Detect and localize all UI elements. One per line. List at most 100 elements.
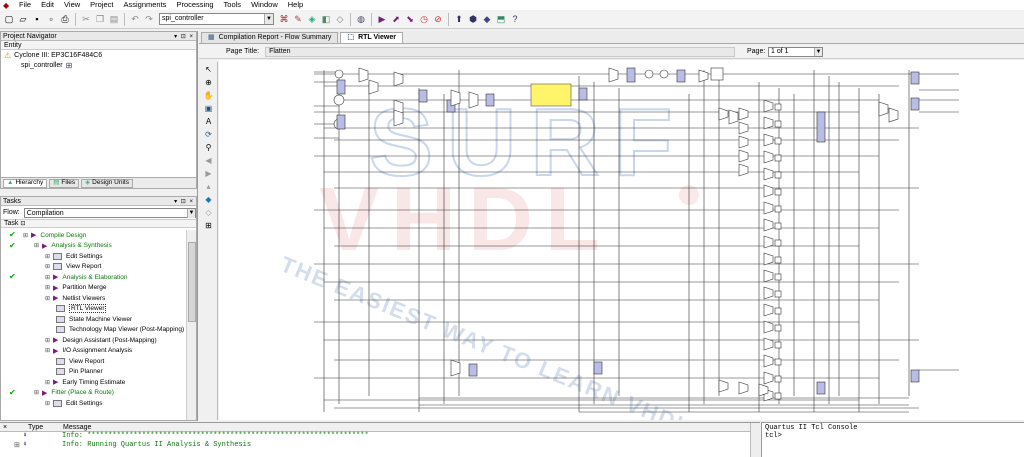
mux-block[interactable] bbox=[763, 371, 774, 385]
task-row[interactable]: State Machine Viewer bbox=[1, 314, 186, 325]
mux-block[interactable] bbox=[718, 107, 729, 121]
menu-help[interactable]: Help bbox=[283, 0, 308, 10]
logic-block[interactable] bbox=[578, 87, 588, 101]
back-icon[interactable]: ◀ bbox=[202, 155, 216, 166]
menu-file[interactable]: File bbox=[14, 0, 36, 10]
stop-icon[interactable]: ⊘ bbox=[432, 13, 444, 25]
mux-block[interactable] bbox=[763, 167, 774, 181]
expand-icon[interactable]: ⊞ bbox=[23, 232, 28, 239]
task-row[interactable]: Technology Map Viewer (Post-Mapping) bbox=[1, 325, 186, 336]
task-row[interactable]: ✔ ⊞ ▶ Fitter (Place & Route) bbox=[1, 388, 186, 399]
mux-block[interactable] bbox=[738, 135, 749, 149]
forward-icon[interactable]: ▶ bbox=[202, 168, 216, 179]
synthesis-icon[interactable]: ⬊ bbox=[404, 13, 416, 25]
save-all-icon[interactable]: ▫ bbox=[45, 13, 57, 25]
task-row[interactable]: ⊞ Edit Settings bbox=[1, 398, 186, 409]
logic-block[interactable] bbox=[910, 369, 920, 383]
mux-block[interactable] bbox=[763, 303, 774, 317]
task-row[interactable]: RTL Viewer bbox=[1, 304, 186, 315]
logic-block[interactable] bbox=[485, 93, 495, 107]
mux-block[interactable] bbox=[718, 379, 729, 393]
task-row[interactable]: Pin Planner bbox=[1, 367, 186, 378]
logic-block[interactable] bbox=[816, 111, 826, 143]
mux-block[interactable] bbox=[450, 359, 461, 377]
open-file-icon[interactable]: ▱ bbox=[17, 13, 29, 25]
task-row[interactable]: ✔ ⊞ ▶ Analysis & Elaboration bbox=[1, 272, 186, 283]
cut-icon[interactable]: ✂ bbox=[80, 13, 92, 25]
operator-block[interactable] bbox=[333, 94, 345, 106]
logic-block[interactable] bbox=[530, 83, 572, 107]
task-row[interactable]: ✔ ⊞ ▶ Analysis & Synthesis bbox=[1, 241, 186, 252]
task-row[interactable]: ⊞ Edit Settings bbox=[1, 251, 186, 262]
expand-icon[interactable]: ⊞ bbox=[34, 389, 39, 396]
mux-block[interactable] bbox=[763, 320, 774, 334]
logic-block[interactable] bbox=[626, 67, 636, 83]
mux-block[interactable] bbox=[468, 91, 479, 109]
mux-block[interactable] bbox=[698, 69, 709, 83]
logic-block[interactable] bbox=[774, 256, 782, 264]
new-file-icon[interactable]: ▢ bbox=[3, 13, 15, 25]
expand-icon[interactable]: ⊡ bbox=[20, 221, 25, 227]
menu-window[interactable]: Window bbox=[246, 0, 283, 10]
project-settings-icon[interactable]: ⌘ bbox=[278, 13, 290, 25]
print-icon[interactable]: ⎙ bbox=[59, 13, 71, 25]
flow-select[interactable]: Compilation ▼ bbox=[23, 207, 196, 218]
logic-block[interactable] bbox=[774, 171, 782, 179]
expand-icon[interactable]: ⊞ bbox=[45, 295, 50, 302]
mux-block[interactable] bbox=[763, 218, 774, 232]
operator-block[interactable] bbox=[659, 69, 669, 79]
globe-icon[interactable]: ◍ bbox=[355, 13, 367, 25]
megawizard-icon[interactable]: ⬒ bbox=[495, 13, 507, 25]
expand-icon[interactable]: ⊞ bbox=[45, 379, 50, 386]
tab-files[interactable]: ▤ Files bbox=[49, 178, 80, 188]
expand-icon[interactable]: ⊞ bbox=[45, 347, 50, 354]
logic-block[interactable] bbox=[710, 67, 724, 81]
expand-icon[interactable]: ⊞ bbox=[45, 284, 50, 291]
logic-block[interactable] bbox=[593, 361, 603, 375]
mux-block[interactable] bbox=[763, 269, 774, 283]
message-row[interactable]: ⬇ Info: *********************************… bbox=[0, 432, 760, 441]
mux-block[interactable] bbox=[763, 252, 774, 266]
entity-row[interactable]: spi_controller ⊞ bbox=[1, 60, 196, 70]
hierarchy-up-icon[interactable]: ▴ bbox=[202, 181, 216, 192]
operator-block[interactable] bbox=[644, 69, 654, 79]
mux-block[interactable] bbox=[763, 99, 774, 113]
mux-block[interactable] bbox=[763, 286, 774, 300]
timing-icon[interactable]: ◷ bbox=[418, 13, 430, 25]
task-row[interactable]: ⊞ ▶ Partition Merge bbox=[1, 283, 186, 294]
mux-block[interactable] bbox=[393, 109, 404, 127]
pin-planner-icon[interactable]: ◈ bbox=[306, 13, 318, 25]
logic-block[interactable] bbox=[418, 89, 428, 103]
fit-window-icon[interactable]: ▣ bbox=[202, 103, 216, 114]
logic-block[interactable] bbox=[336, 114, 346, 130]
expand-icon[interactable]: ⊞ bbox=[34, 242, 39, 249]
logic-block[interactable] bbox=[774, 273, 782, 281]
logic-block[interactable] bbox=[774, 205, 782, 213]
expand-icon[interactable]: ⊞ bbox=[45, 263, 50, 270]
messages-scrollbar[interactable] bbox=[750, 423, 760, 457]
tab-hierarchy[interactable]: ▲ Hierarchy bbox=[3, 178, 48, 188]
expand-icon[interactable]: ⊞ bbox=[45, 253, 50, 260]
logic-block[interactable] bbox=[676, 69, 686, 83]
entity-combo[interactable]: spi_controller ▼ bbox=[159, 13, 274, 25]
settings-icon[interactable]: ◇ bbox=[334, 13, 346, 25]
logic-block[interactable] bbox=[910, 97, 920, 111]
tcl-console[interactable]: Quartus II Tcl Console tcl> bbox=[761, 422, 1024, 457]
tasks-scrollbar[interactable] bbox=[186, 230, 196, 420]
help-icon[interactable]: ? bbox=[509, 13, 521, 25]
logic-block[interactable] bbox=[774, 239, 782, 247]
expand-icon[interactable]: ⊞ bbox=[45, 337, 50, 344]
mux-block[interactable] bbox=[738, 107, 749, 121]
task-row[interactable]: ⊞ ▶ Design Assistant (Post-Mapping) bbox=[1, 335, 186, 346]
logic-block[interactable] bbox=[774, 324, 782, 332]
filter-icon[interactable]: ◇ bbox=[202, 207, 216, 218]
mux-block[interactable] bbox=[763, 150, 774, 164]
logic-block[interactable] bbox=[774, 120, 782, 128]
logic-block[interactable] bbox=[774, 341, 782, 349]
task-row[interactable]: ⊞ ▶ Netlist Viewers bbox=[1, 293, 186, 304]
tab-design-units[interactable]: ◈ Design Units bbox=[81, 178, 133, 188]
menu-tools[interactable]: Tools bbox=[219, 0, 247, 10]
mux-block[interactable] bbox=[763, 354, 774, 368]
logic-block[interactable] bbox=[816, 381, 826, 395]
mux-block[interactable] bbox=[763, 184, 774, 198]
